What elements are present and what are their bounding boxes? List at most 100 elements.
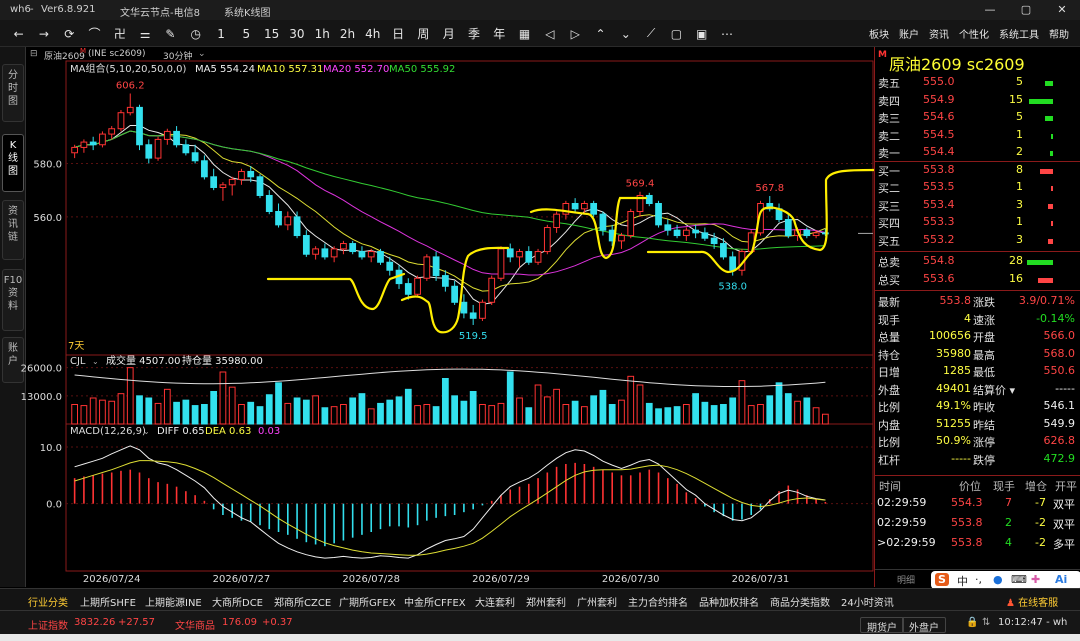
market-tab-8[interactable]: 郑州套利 bbox=[526, 594, 566, 609]
line-chart-icon[interactable]: ⌒ bbox=[82, 25, 107, 42]
ask-row[interactable]: 卖三 554.6 5 bbox=[875, 109, 1080, 127]
1hour-icon[interactable]: 1h bbox=[310, 27, 335, 41]
rect-icon[interactable]: ▢ bbox=[664, 27, 689, 41]
ask-row[interactable]: 卖二 554.5 1 bbox=[875, 127, 1080, 145]
5min-icon[interactable]: 5 bbox=[234, 27, 259, 41]
total-row[interactable]: 总卖 554.8 28 bbox=[875, 253, 1080, 271]
detail-tab[interactable]: 明细 bbox=[897, 573, 915, 586]
stat-label[interactable]: 结算价 ▾ bbox=[973, 382, 1015, 398]
candle bbox=[191, 152, 199, 162]
candle bbox=[349, 243, 357, 253]
market-tab-0[interactable]: 行业分类 bbox=[28, 594, 68, 609]
chevron-down-icon[interactable]: ⌄ bbox=[198, 49, 206, 59]
minimize-button[interactable]: — bbox=[972, 0, 1008, 20]
season-icon[interactable]: 季 bbox=[461, 25, 486, 42]
market-tab-12[interactable]: 商品分类指数 bbox=[770, 594, 830, 609]
volume-bar bbox=[488, 405, 496, 425]
volume-bar bbox=[627, 375, 635, 425]
volume-bar bbox=[645, 402, 653, 425]
forward-arrow-icon[interactable]: → bbox=[31, 27, 56, 41]
volume-bar bbox=[1045, 81, 1053, 86]
close-button[interactable]: ✕ bbox=[1044, 0, 1080, 20]
microphone-icon[interactable]: ● bbox=[993, 573, 1003, 586]
chevron-down-icon[interactable]: ⌄ bbox=[143, 427, 150, 436]
week-icon[interactable]: 周 bbox=[411, 25, 436, 42]
volume-bar bbox=[1050, 151, 1053, 156]
market-tab-3[interactable]: 大商所DCE bbox=[212, 594, 263, 609]
chevron-down-icon[interactable]: ⌄ bbox=[92, 357, 99, 366]
stat-label: 现手 bbox=[878, 313, 900, 327]
ai-icon[interactable]: Ai bbox=[1055, 573, 1067, 586]
futures-account-button[interactable]: 期货户 bbox=[860, 617, 904, 634]
volume-bar bbox=[386, 399, 394, 425]
lock-icon[interactable]: 🔒 bbox=[966, 617, 978, 628]
30min-icon[interactable]: 30 bbox=[284, 27, 309, 41]
refresh-icon[interactable]: ⟳ bbox=[57, 27, 82, 41]
ask-row[interactable]: 卖一 554.4 2 bbox=[875, 144, 1080, 162]
ask-row[interactable]: 卖四 554.9 15 bbox=[875, 92, 1080, 110]
bid-row[interactable]: 买四 553.3 1 bbox=[875, 214, 1080, 232]
skin-icon[interactable]: ✚ bbox=[1031, 573, 1040, 586]
bid-row[interactable]: 买五 553.2 3 bbox=[875, 232, 1080, 250]
month-icon[interactable]: 月 bbox=[436, 25, 461, 42]
2hour-icon[interactable]: 2h bbox=[335, 27, 360, 41]
draw-icon[interactable]: ✎ bbox=[158, 27, 183, 41]
candle bbox=[275, 211, 282, 226]
back-arrow-icon[interactable]: ← bbox=[6, 27, 31, 41]
4hour-icon[interactable]: 4h bbox=[360, 27, 385, 41]
bid-row[interactable]: 买三 553.4 3 bbox=[875, 197, 1080, 215]
market-tab-11[interactable]: 品种加权排名 bbox=[699, 594, 759, 609]
ma10-value: MA10 557.31 bbox=[257, 64, 323, 75]
input-method-bar[interactable]: S 中 ·, ● ⌨ ✚ Ai bbox=[931, 571, 1080, 589]
day-icon[interactable]: 日 bbox=[385, 25, 410, 42]
market-tab-2[interactable]: 上期能源INE bbox=[145, 594, 202, 609]
menu-help[interactable]: 帮助 bbox=[1044, 26, 1074, 41]
menu-personalize[interactable]: 个性化 bbox=[954, 26, 994, 41]
market-tab-1[interactable]: 上期所SHFE bbox=[80, 594, 136, 609]
1min-icon[interactable]: 1 bbox=[208, 27, 233, 41]
scroll-left-icon[interactable]: ◁ bbox=[537, 27, 562, 41]
candle bbox=[701, 232, 709, 239]
menu-system-tools[interactable]: 系统工具 bbox=[994, 26, 1044, 41]
market-tab-13[interactable]: 24小时资讯 bbox=[841, 594, 894, 609]
clock-icon[interactable]: ◷ bbox=[183, 27, 208, 41]
ask-row[interactable]: 卖五 555.0 5 bbox=[875, 74, 1080, 92]
foreign-account-button[interactable]: 外盘户 bbox=[902, 617, 946, 634]
bid-row[interactable]: 买二 553.5 1 bbox=[875, 179, 1080, 197]
layout-icon[interactable]: ▣ bbox=[689, 27, 714, 41]
total-row[interactable]: 总买 553.6 16 bbox=[875, 271, 1080, 289]
market-tab-5[interactable]: 广期所GFEX bbox=[339, 594, 396, 609]
maximize-button[interactable]: ▢ bbox=[1008, 0, 1044, 20]
tick-price: 553.8 bbox=[951, 536, 983, 549]
zoom-in-icon[interactable]: ⌃ bbox=[588, 27, 613, 41]
step-icon[interactable]: ⚌ bbox=[132, 27, 157, 41]
15min-icon[interactable]: 15 bbox=[259, 27, 284, 41]
calendar-icon[interactable]: ▦ bbox=[512, 27, 537, 41]
market-tab-9[interactable]: 广州套利 bbox=[577, 594, 617, 609]
bid-row[interactable]: 买一 553.8 8 bbox=[875, 162, 1080, 180]
stat-value: 626.8 bbox=[1043, 434, 1076, 447]
market-tab-10[interactable]: 主力合约排名 bbox=[628, 594, 688, 609]
online-service-link[interactable]: ♟ 在线客服 bbox=[1006, 594, 1058, 609]
ime-chinese-mode[interactable]: 中 bbox=[957, 573, 968, 589]
cross-icon[interactable]: ⟋ bbox=[638, 26, 663, 41]
candle bbox=[488, 277, 496, 303]
year-icon[interactable]: 年 bbox=[487, 25, 512, 42]
menu-account[interactable]: 账户 bbox=[894, 26, 924, 41]
x-date-label: 2026/07/31 bbox=[732, 574, 790, 585]
kline-icon[interactable]: 卍 bbox=[107, 25, 132, 42]
kline-chart[interactable]: 580.0 560.0 606.2 519.5 569.4 567.8 538.0 MA组合(… bbox=[0, 60, 874, 588]
more-icon[interactable]: ⋯ bbox=[714, 27, 739, 41]
zoom-out-icon[interactable]: ⌄ bbox=[613, 27, 638, 41]
keyboard-icon[interactable]: ⌨ bbox=[1011, 573, 1027, 586]
menu-sector[interactable]: 板块 bbox=[864, 26, 894, 41]
punctuation-icon[interactable]: ·, bbox=[975, 573, 982, 586]
quote-title: M 原油2609 sc2609 bbox=[875, 49, 1080, 74]
menu-icon[interactable]: ⊟ bbox=[30, 49, 38, 59]
market-tab-7[interactable]: 大连套利 bbox=[475, 594, 515, 609]
market-tab-6[interactable]: 中金所CFFEX bbox=[404, 594, 466, 609]
volume-bar bbox=[599, 389, 607, 425]
scroll-right-icon[interactable]: ▷ bbox=[563, 27, 588, 41]
menu-news[interactable]: 资讯 bbox=[924, 26, 954, 41]
market-tab-4[interactable]: 郑商所CZCE bbox=[274, 594, 331, 609]
